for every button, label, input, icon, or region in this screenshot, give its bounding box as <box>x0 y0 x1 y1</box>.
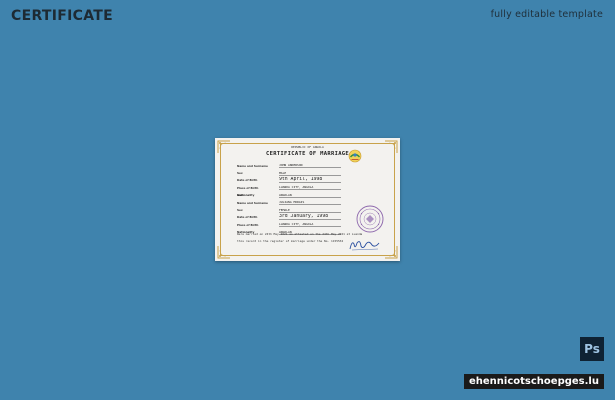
party-two-details: Name and Surname JULIANA MORAIS Sex FEMA… <box>237 199 341 236</box>
detail-row: Name and Surname JULIANA MORAIS <box>237 199 341 206</box>
detail-row: Sex MALE <box>237 169 341 176</box>
certificate-heading: CERTIFICATE OF MARRIAGE <box>265 151 350 157</box>
and-label: and <box>237 193 243 197</box>
page-title: CERTIFICATE <box>11 8 113 24</box>
signature-icon <box>348 238 382 252</box>
field-value: 9th April, 1998 <box>279 177 341 184</box>
field-value: JOHN ANDERSON <box>279 163 341 169</box>
angola-emblem-icon <box>348 149 362 163</box>
field-label: Place of Birth <box>237 222 259 227</box>
certificate-statement-line: Were married on 24th May 2021 as atteste… <box>237 232 363 236</box>
field-label: Name and Surname <box>237 163 268 168</box>
field-label: Sex <box>237 208 243 213</box>
corner-ornament-icon <box>384 245 398 259</box>
official-seal-icon <box>355 204 385 234</box>
field-label: Nationality <box>237 193 255 198</box>
marriage-certificate-preview: REPUBLIC OF ANGOLA CERTIFICATE OF MARRIA… <box>215 138 400 261</box>
field-value: LUANDA CITY, ANGOLA <box>279 185 341 191</box>
party-one-details: Name and Surname JOHN ANDERSON Sex MALE … <box>237 162 341 199</box>
detail-row: Place of Birth LUANDA CITY, ANGOLA <box>237 221 341 228</box>
field-value: MALE <box>279 171 341 176</box>
template-subtitle: fully editable template <box>490 9 603 20</box>
certificate-country: REPUBLIC OF ANGOLA <box>291 145 324 149</box>
field-value: FEMALE <box>279 208 341 213</box>
field-value: JULIANA MORAIS <box>279 200 341 206</box>
field-value: ANGOLAN <box>279 193 341 198</box>
detail-row: Name and Surname JOHN ANDERSON <box>237 162 341 169</box>
field-label: Name and Surname <box>237 200 268 205</box>
detail-row: Nationality ANGOLAN <box>237 192 341 199</box>
detail-row: Place of Birth LUANDA CITY, ANGOLA <box>237 184 341 191</box>
field-label: Date of Birth <box>237 215 258 220</box>
detail-row: Date of Birth 9th April, 1998 <box>237 177 341 184</box>
site-watermark: ehennicotschoepges.lu <box>464 374 604 389</box>
detail-row: Date of Birth 3rd January, 1998 <box>237 214 341 221</box>
field-label: Place of Birth <box>237 185 259 190</box>
field-label: Date of Birth <box>237 178 258 183</box>
photoshop-badge-icon: Ps <box>580 337 604 361</box>
corner-ornament-icon <box>217 245 231 259</box>
field-value: LUANDA CITY, ANGOLA <box>279 222 341 228</box>
field-label: Sex <box>237 171 243 176</box>
detail-row: Sex FEMALE <box>237 206 341 213</box>
field-value: 3rd January, 1998 <box>279 214 341 221</box>
